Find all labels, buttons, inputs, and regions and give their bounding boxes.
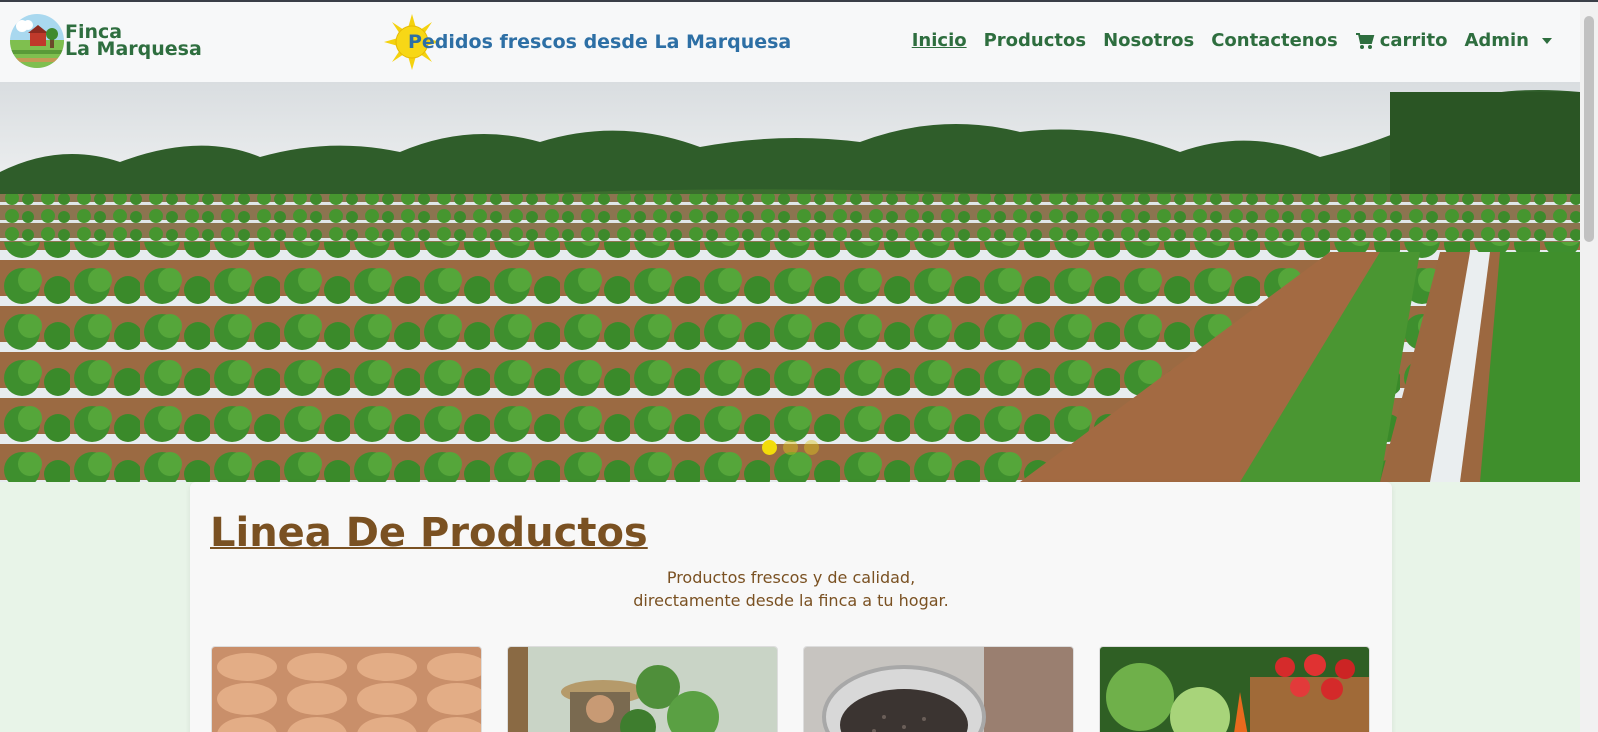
- nav-admin-label: Admin: [1464, 30, 1529, 51]
- site-tagline: Pedidos frescos desde La Marquesa: [408, 31, 792, 53]
- nav-nosotros[interactable]: Nosotros: [1103, 30, 1194, 51]
- product-card-vegetables[interactable]: [1099, 646, 1370, 732]
- hero-image-farm-field: [0, 82, 1580, 482]
- nav-links: Inicio Productos Nosotros Contactenos ca…: [912, 30, 1552, 51]
- subtitle-line-1: Productos frescos y de calidad,: [666, 568, 916, 587]
- product-card-farmer[interactable]: [507, 646, 778, 732]
- product-line-section: Linea De Productos Productos frescos y d…: [190, 482, 1392, 732]
- cart-icon: [1355, 32, 1375, 49]
- hero-carousel[interactable]: [0, 82, 1580, 482]
- chevron-down-icon: [1542, 37, 1552, 44]
- tagline-block: Pedidos frescos desde La Marquesa: [384, 14, 792, 70]
- nav-carrito[interactable]: carrito: [1355, 30, 1448, 51]
- farm-logo: [10, 14, 64, 68]
- product-image-eggs: [212, 647, 481, 732]
- carousel-indicator-1[interactable]: [762, 440, 777, 455]
- nav-contactenos[interactable]: Contactenos: [1211, 30, 1338, 51]
- section-title: Linea De Productos: [210, 510, 648, 556]
- nav-carrito-label: carrito: [1379, 30, 1448, 51]
- product-image-seeds: [804, 647, 1073, 732]
- product-card-seeds[interactable]: [803, 646, 1074, 732]
- nav-admin-dropdown[interactable]: Admin: [1464, 30, 1552, 51]
- carousel-indicator-2[interactable]: [783, 440, 798, 455]
- page-scrollbar[interactable]: [1580, 2, 1598, 732]
- carousel-indicator-3[interactable]: [804, 440, 819, 455]
- nav-productos[interactable]: Productos: [984, 30, 1087, 51]
- subtitle-line-2: directamente desde la finca a tu hogar.: [633, 591, 949, 610]
- carousel-indicators: [762, 440, 819, 455]
- brand-name: Finca La Marquesa: [65, 23, 202, 60]
- product-image-vegetables: [1100, 647, 1369, 732]
- product-cards: [211, 646, 1370, 732]
- nav-inicio[interactable]: Inicio: [912, 30, 967, 51]
- product-image-farmer: [508, 647, 777, 732]
- section-subtitle: Productos frescos y de calidad, directam…: [190, 566, 1392, 612]
- scrollbar-thumb[interactable]: [1584, 16, 1594, 242]
- product-card-eggs[interactable]: [211, 646, 482, 732]
- navbar: Finca La Marquesa Pedidos frescos desde …: [0, 2, 1580, 82]
- brand-line-2: La Marquesa: [65, 38, 202, 60]
- brand-home-link[interactable]: Finca La Marquesa: [10, 14, 202, 68]
